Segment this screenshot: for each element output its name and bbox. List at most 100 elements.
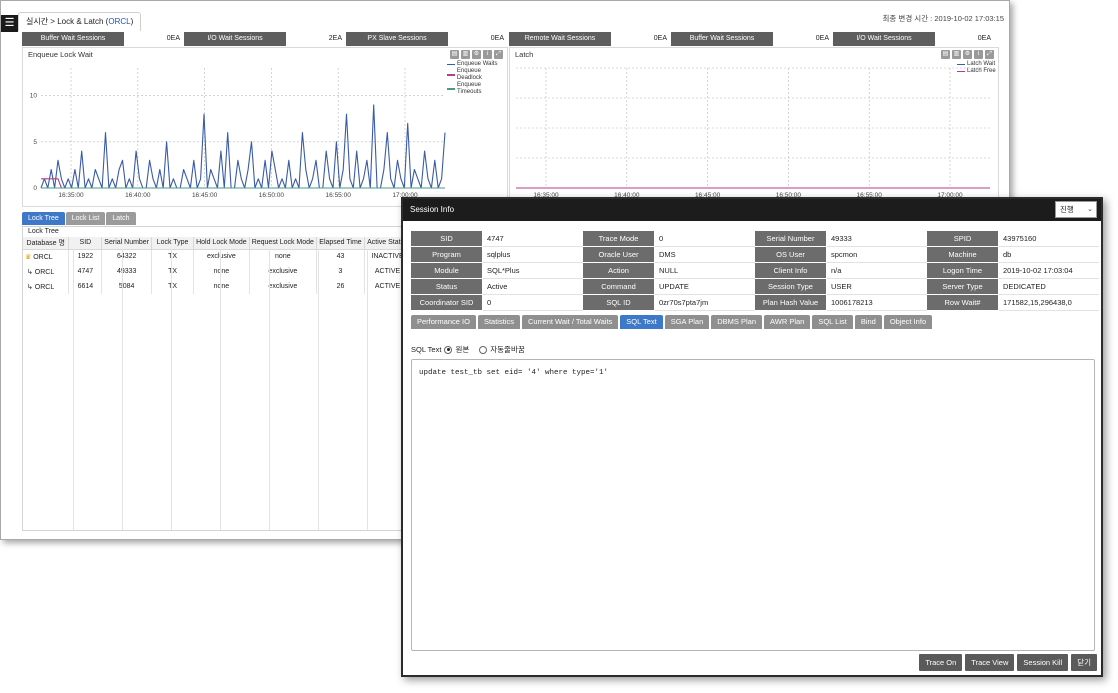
stat-buffer-wait: Buffer Wait Sessions 0EA: [22, 32, 184, 46]
latch-tools: ▤ ▥ ⚙ i ⤢: [941, 50, 994, 59]
sql-text-content: update test_tb set eid= '4' where type='…: [419, 369, 609, 377]
info-value: 171582,15,296438,0: [999, 295, 1099, 311]
tab-bind[interactable]: Bind: [854, 315, 882, 329]
grid-caption: Lock Tree: [28, 228, 59, 235]
stat-io-wait: I/O Wait Sessions 2EA: [184, 32, 346, 46]
info-value: spcmon: [827, 247, 927, 263]
grid-divider: [73, 249, 74, 530]
enqueue-title: Enqueue Lock Wait: [28, 50, 93, 59]
session-kill-button[interactable]: Session Kill: [1017, 654, 1069, 671]
chart-type-icon[interactable]: ▤: [941, 50, 950, 59]
info-value: NULL: [655, 263, 755, 279]
latch-title: Latch: [515, 50, 534, 59]
tab-sga-plan[interactable]: SGA Plan: [664, 315, 710, 329]
stat-value: 2EA: [286, 32, 346, 46]
info-key: Logon Time: [927, 263, 999, 279]
info-key: Module: [411, 263, 483, 279]
radio-autowrap[interactable]: [479, 345, 488, 354]
settings-icon[interactable]: ⚙: [472, 50, 481, 59]
info-value: 1006178213: [827, 295, 927, 311]
tab-statistics[interactable]: Statistics: [477, 315, 520, 329]
col-serial[interactable]: Serial Number: [101, 237, 153, 250]
info-key: Machine: [927, 247, 999, 263]
dialog-titlebar[interactable]: Session Info 진행 ⌄: [403, 199, 1101, 221]
info-value: sqlplus: [483, 247, 583, 263]
settings-icon[interactable]: ⚙: [963, 50, 972, 59]
info-icon[interactable]: i: [483, 50, 492, 59]
y-tick-label: 10: [30, 93, 38, 100]
legend-swatch: [447, 74, 455, 76]
legend-item: Latch Free: [957, 68, 996, 75]
stat-buffer-wait-2: Buffer Wait Sessions 0EA: [671, 32, 833, 46]
tab-awr-plan[interactable]: AWR Plan: [764, 315, 811, 329]
tab-lock-tree[interactable]: Lock Tree: [22, 212, 65, 225]
tab-sql-text[interactable]: SQL Text: [620, 315, 663, 329]
stat-value: 0EA: [448, 32, 508, 46]
info-value: DMS: [655, 247, 755, 263]
info-key: SPID: [927, 231, 999, 247]
radio-original[interactable]: [444, 345, 453, 354]
col-request-mode[interactable]: Request Lock Mode: [249, 237, 317, 250]
enqueue-panel: Enqueue Lock Wait ▤ ▥ ⚙ i ⤢ 0 5 10 16:35:00…: [22, 47, 508, 207]
tab-current-wait[interactable]: Current Wait / Total Waits: [521, 315, 619, 329]
x-tick-label: 16:35:00: [58, 192, 84, 199]
info-key: OS User: [755, 247, 827, 263]
info-value: 2019-10-02 17:03:04: [999, 263, 1099, 279]
trace-view-button[interactable]: Trace View: [965, 654, 1015, 671]
info-key: Serial Number: [755, 231, 827, 247]
grid-divider: [171, 249, 172, 530]
close-button[interactable]: 닫기: [1071, 654, 1097, 671]
col-lock-type[interactable]: Lock Type: [151, 237, 195, 250]
chart-type-icon[interactable]: ▤: [450, 50, 459, 59]
tab-sql-list[interactable]: SQL List: [812, 315, 853, 329]
tab-dbms-plan[interactable]: DBMS Plan: [711, 315, 763, 329]
info-key: Oracle User: [583, 247, 655, 263]
info-value: 0: [655, 231, 755, 247]
tab-object-info[interactable]: Object Info: [883, 315, 933, 329]
expand-icon[interactable]: ⤢: [494, 50, 503, 59]
radio-original-label: 원본: [455, 345, 470, 354]
menu-icon[interactable]: ☰: [1, 15, 18, 32]
legend-swatch: [957, 63, 965, 66]
stat-label: Buffer Wait Sessions: [671, 32, 773, 46]
info-icon[interactable]: i: [974, 50, 983, 59]
info-value: 49333: [827, 231, 927, 247]
expand-icon[interactable]: ⤢: [985, 50, 994, 59]
stats-right: Remote Wait Sessions 0EA Buffer Wait Sess…: [509, 32, 995, 46]
y-tick-label: 0: [33, 185, 37, 192]
info-key: Session Type: [755, 279, 827, 295]
info-key: SID: [411, 231, 483, 247]
x-tick-label: 16:45:00: [192, 192, 218, 199]
sql-text-area[interactable]: update test_tb set eid= '4' where type='…: [411, 359, 1095, 651]
info-value: db: [999, 247, 1099, 263]
col-database[interactable]: Database 명: [23, 237, 70, 250]
chevron-down-icon: ⌄: [1087, 206, 1093, 213]
info-value: SQL*Plus: [483, 263, 583, 279]
stat-value: 0EA: [773, 32, 833, 46]
info-value: n/a: [827, 263, 927, 279]
trace-on-button[interactable]: Trace On: [919, 654, 963, 671]
x-tick-label: 16:50:00: [259, 192, 285, 199]
legend-swatch: [447, 88, 455, 90]
dialog-title: Session Info: [410, 205, 455, 214]
col-hold-mode[interactable]: Hold Lock Mode: [193, 237, 250, 250]
legend-item: Enqueue Waits: [447, 61, 507, 68]
col-sid[interactable]: SID: [68, 237, 103, 250]
stat-px-slave: PX Slave Sessions 0EA: [346, 32, 508, 46]
info-key: Program: [411, 247, 483, 263]
tab-lock-list[interactable]: Lock List: [65, 212, 106, 225]
tab-performance-io[interactable]: Performance IO: [411, 315, 476, 329]
tab-latch[interactable]: Latch: [106, 212, 136, 225]
legend-label: Enqueue Timeouts: [457, 82, 482, 95]
info-value: USER: [827, 279, 927, 295]
compare-icon[interactable]: ▥: [952, 50, 961, 59]
info-key: Plan Hash Value: [755, 295, 827, 311]
grid-divider: [220, 249, 221, 530]
legend-item: Latch Wait: [957, 61, 996, 68]
status-select[interactable]: 진행 ⌄: [1055, 201, 1097, 218]
compare-icon[interactable]: ▥: [461, 50, 470, 59]
breadcrumb-prefix: 실시간 > Lock & Latch (: [26, 17, 109, 26]
col-elapsed[interactable]: Elapsed Time: [316, 237, 366, 250]
breadcrumb-db[interactable]: ORCL: [108, 17, 130, 26]
status-select-value: 진행: [1060, 205, 1074, 214]
